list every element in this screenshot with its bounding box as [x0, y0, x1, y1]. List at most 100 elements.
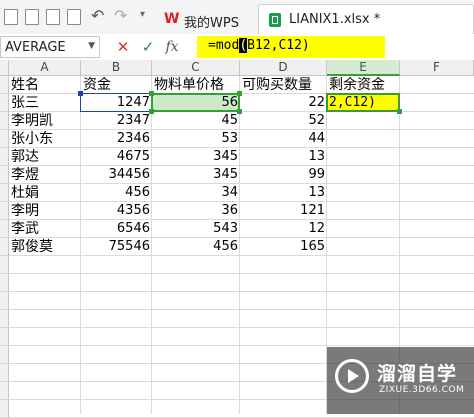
column-header-f[interactable]: F: [400, 60, 474, 76]
row-header[interactable]: [0, 148, 9, 166]
cell-e2[interactable]: 2,C12): [327, 94, 400, 112]
row-header[interactable]: [0, 328, 9, 346]
more-icon[interactable]: ▾: [140, 9, 145, 20]
cell-c9[interactable]: 543: [152, 220, 240, 238]
cell-b6[interactable]: 34456: [81, 166, 152, 184]
name-box[interactable]: AVERAGE ▼: [0, 36, 100, 58]
cell-a10[interactable]: 郭俊莫: [9, 238, 81, 256]
cell-b3[interactable]: 2347: [81, 112, 152, 130]
formula-args: B12,C12): [247, 38, 310, 53]
name-box-value: AVERAGE: [5, 40, 66, 55]
cell-c6[interactable]: 345: [152, 166, 240, 184]
cell-a5[interactable]: 郭达: [9, 148, 81, 166]
watermark-url: ZIXUE.3D66.COM: [379, 385, 465, 395]
tab-workbook[interactable]: LIANIX1.xlsx *: [258, 4, 474, 34]
wps-logo-icon: W: [164, 11, 180, 27]
column-header-b[interactable]: B: [81, 60, 152, 76]
cell-d8[interactable]: 121: [240, 202, 327, 220]
column-header-d[interactable]: D: [240, 60, 327, 76]
confirm-formula-button[interactable]: ✓: [138, 36, 158, 58]
cell-e1[interactable]: 剩余资金: [327, 76, 400, 94]
new-file-icon[interactable]: [4, 9, 18, 25]
cell-d2[interactable]: 22: [240, 94, 327, 112]
cell-d9[interactable]: 12: [240, 220, 327, 238]
insert-function-button[interactable]: fx: [162, 36, 182, 58]
row-gridline: [9, 273, 474, 274]
cell-c1[interactable]: 物料单价格: [152, 76, 240, 94]
cell-d1[interactable]: 可购买数量: [240, 76, 327, 94]
row-header[interactable]: [0, 112, 9, 130]
row-header[interactable]: [0, 238, 9, 256]
row-gridline: [9, 291, 474, 292]
row-header[interactable]: [0, 256, 9, 274]
row-header[interactable]: [0, 274, 9, 292]
cell-c7[interactable]: 34: [152, 184, 240, 202]
row-header[interactable]: [0, 220, 9, 238]
cell-d10[interactable]: 165: [240, 238, 327, 256]
pdf-icon[interactable]: [25, 9, 39, 25]
column-header-c[interactable]: C: [152, 60, 240, 76]
row-header[interactable]: [0, 346, 9, 364]
cell-a7[interactable]: 杜娟: [9, 184, 81, 202]
cell-c10[interactable]: 456: [152, 238, 240, 256]
play-logo-icon: [335, 359, 369, 393]
cell-b10[interactable]: 75546: [81, 238, 152, 256]
cell-c5[interactable]: 345: [152, 148, 240, 166]
cell-d7[interactable]: 13: [240, 184, 327, 202]
watermark-title: 溜溜自学: [377, 363, 458, 385]
cell-a6[interactable]: 李煜: [9, 166, 81, 184]
cell-b2[interactable]: 1247: [81, 94, 152, 112]
spreadsheet-icon: [269, 13, 281, 27]
undo-icon[interactable]: ↶: [91, 7, 104, 25]
cell-a4[interactable]: 张小东: [9, 130, 81, 148]
select-all-corner[interactable]: [0, 60, 9, 76]
tab-label: 我的WPS: [184, 16, 239, 31]
row-header[interactable]: [0, 364, 9, 382]
print-preview-icon[interactable]: [46, 9, 60, 25]
column-header-e[interactable]: E: [327, 60, 400, 76]
cell-c3[interactable]: 45: [152, 112, 240, 130]
cell-b8[interactable]: 4356: [81, 202, 152, 220]
row-gridline: [9, 309, 474, 310]
row-header[interactable]: [0, 292, 9, 310]
chevron-down-icon[interactable]: ▼: [88, 41, 95, 51]
row-gridline: [9, 345, 474, 346]
print-icon[interactable]: [67, 9, 81, 25]
row-header[interactable]: [0, 202, 9, 220]
row-header[interactable]: [0, 94, 9, 112]
cell-d4[interactable]: 44: [240, 130, 327, 148]
cell-c2[interactable]: 56: [152, 94, 240, 112]
cell-d3[interactable]: 52: [240, 112, 327, 130]
cell-c4[interactable]: 53: [152, 130, 240, 148]
row-header[interactable]: [0, 130, 9, 148]
formula-prefix: =mod: [208, 38, 240, 53]
column-header-a[interactable]: A: [9, 60, 81, 76]
cell-b1[interactable]: 资金: [81, 76, 152, 94]
formula-open-paren: (: [239, 38, 248, 53]
row-header[interactable]: [0, 76, 9, 94]
row-header[interactable]: [0, 310, 9, 328]
cell-a1[interactable]: 姓名: [9, 76, 81, 94]
tab-my-wps[interactable]: W 我的WPS: [156, 5, 256, 34]
cell-a3[interactable]: 李明凯: [9, 112, 81, 130]
formula-text[interactable]: =mod(B12,C12): [208, 38, 310, 53]
cell-b9[interactable]: 6546: [81, 220, 152, 238]
row-header[interactable]: [0, 166, 9, 184]
cell-d5[interactable]: 13: [240, 148, 327, 166]
row-header[interactable]: [0, 400, 9, 418]
top-toolbar: ↶ ↷ ▾ W 我的WPS LIANIX1.xlsx *: [0, 0, 474, 35]
row-header[interactable]: [0, 382, 9, 400]
cell-b7[interactable]: 456: [81, 184, 152, 202]
cell-b4[interactable]: 2346: [81, 130, 152, 148]
cell-c8[interactable]: 36: [152, 202, 240, 220]
row-header[interactable]: [0, 184, 9, 202]
cell-d6[interactable]: 99: [240, 166, 327, 184]
cell-a9[interactable]: 李武: [9, 220, 81, 238]
cell-a2[interactable]: 张三: [9, 94, 81, 112]
formula-bar: AVERAGE ▼ ✕ ✓ fx =mod(B12,C12): [0, 34, 474, 61]
cell-b5[interactable]: 4675: [81, 148, 152, 166]
row-gridline: [9, 327, 474, 328]
cell-a8[interactable]: 李明: [9, 202, 81, 220]
cancel-formula-button[interactable]: ✕: [113, 36, 133, 58]
redo-icon[interactable]: ↷: [114, 7, 127, 25]
